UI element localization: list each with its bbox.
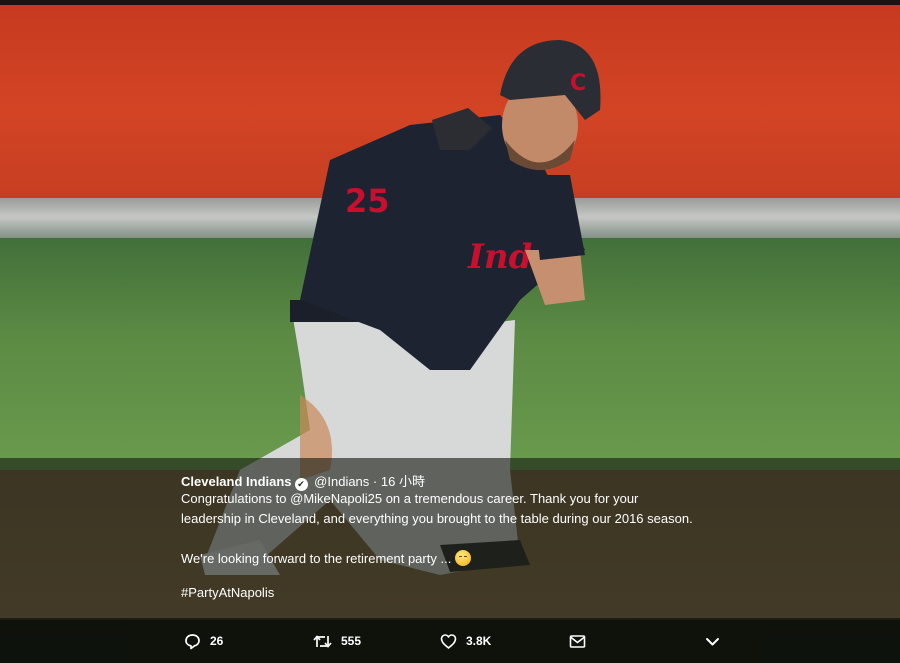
- tweet-text: Congratulations to @MikeNapoli25 on a tr…: [181, 489, 741, 569]
- mention-link[interactable]: @MikeNapoli25: [290, 491, 382, 506]
- smirking-face-icon: [454, 550, 471, 566]
- svg-text:25: 25: [345, 182, 390, 220]
- svg-text:C: C: [570, 71, 586, 96]
- like-button[interactable]: 3.8K: [440, 631, 491, 651]
- retweet-icon: [313, 634, 332, 648]
- reply-count: 26: [210, 634, 224, 648]
- tweet-line-3: We're looking forward to the retirement …: [181, 549, 741, 569]
- heart-icon: [440, 633, 457, 649]
- reply-button[interactable]: 26: [184, 631, 223, 651]
- tweet-line-1: Congratulations to @MikeNapoli25 on a tr…: [181, 489, 741, 509]
- svg-text:Ind: Ind: [467, 237, 533, 277]
- tweet-line-2: leadership in Cleveland, and everything …: [181, 511, 693, 526]
- author-handle[interactable]: @Indians: [314, 474, 369, 489]
- tweet-timestamp[interactable]: 16 小時: [381, 474, 425, 489]
- hashtag-link[interactable]: #PartyAtNapolis: [181, 585, 274, 600]
- tweet-line-1-start: Congratulations to: [181, 491, 291, 506]
- tweet-header: Cleveland Indians ✔ @Indians · 16 小時: [181, 471, 425, 491]
- like-count: 3.8K: [466, 634, 492, 648]
- more-options-button[interactable]: [705, 631, 720, 651]
- chevron-down-icon: [706, 637, 719, 645]
- retweet-button[interactable]: 555: [313, 631, 361, 651]
- tweet-line-3-text: We're looking forward to the retirement …: [181, 551, 455, 566]
- retweet-count: 555: [341, 634, 362, 648]
- tweet-line-1-end: on a tremendous career. Thank you for yo…: [382, 491, 639, 506]
- direct-message-button[interactable]: [569, 631, 586, 651]
- separator-dot: ·: [372, 474, 378, 489]
- media-viewer: Ind 25 C Cleveland Indians ✔ @Indians · 1…: [0, 0, 900, 663]
- reply-icon: [185, 633, 200, 649]
- envelope-icon: [569, 634, 586, 648]
- author-name[interactable]: Cleveland Indians: [181, 474, 292, 489]
